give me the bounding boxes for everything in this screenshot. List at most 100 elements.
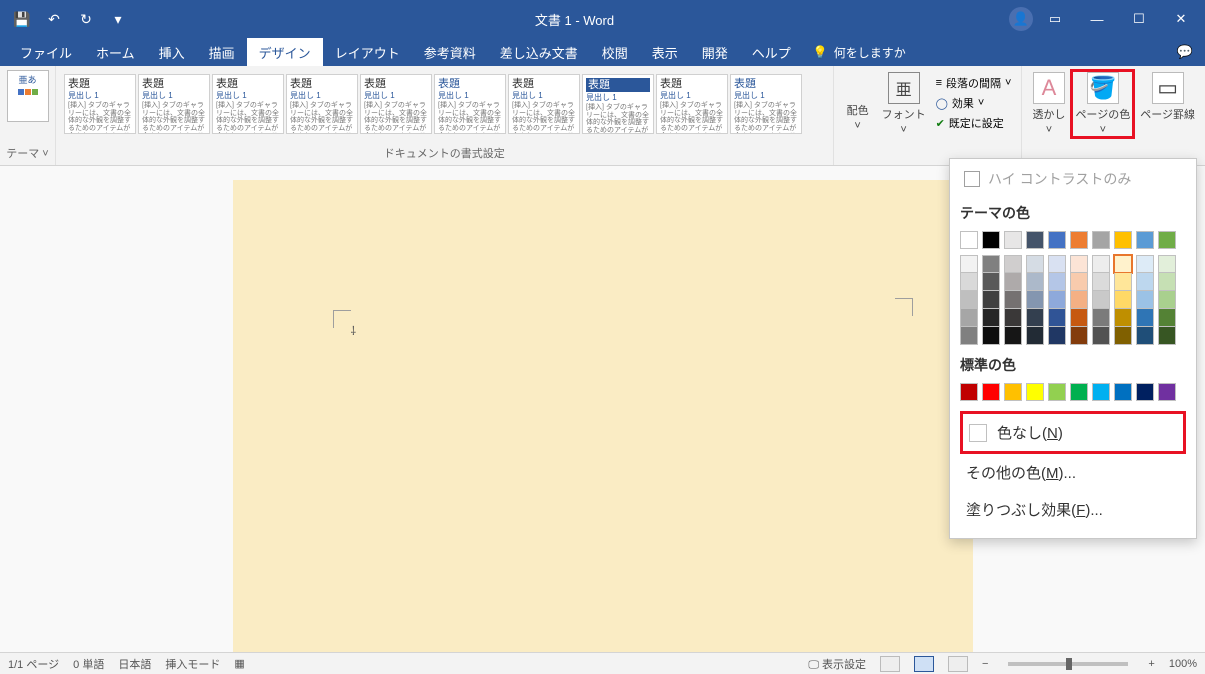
close-button[interactable]: ✕: [1161, 4, 1201, 34]
color-swatch[interactable]: [1070, 383, 1088, 401]
color-swatch[interactable]: [1136, 273, 1154, 291]
color-swatch[interactable]: [1114, 309, 1132, 327]
fonts-button[interactable]: 亜 フォント˅: [878, 70, 930, 138]
color-swatch[interactable]: [960, 231, 978, 249]
color-swatch[interactable]: [1004, 309, 1022, 327]
zoom-thumb[interactable]: [1066, 658, 1072, 670]
qat-more-button[interactable]: ▾: [104, 5, 132, 33]
color-swatch[interactable]: [1092, 255, 1110, 273]
tab-home[interactable]: ホーム: [84, 38, 147, 66]
color-swatch[interactable]: [1026, 255, 1044, 273]
web-layout-button[interactable]: [948, 656, 968, 672]
zoom-level[interactable]: 100%: [1169, 658, 1197, 670]
tab-developer[interactable]: 開発: [690, 38, 740, 66]
color-swatch[interactable]: [1070, 273, 1088, 291]
tell-me-search[interactable]: 💡 何をしますか: [803, 38, 916, 66]
account-avatar[interactable]: 👤: [1009, 7, 1033, 31]
tab-help[interactable]: ヘルプ: [740, 38, 803, 66]
share-icon[interactable]: 💬: [1177, 44, 1193, 60]
word-count[interactable]: 0 単語: [73, 656, 104, 672]
color-swatch[interactable]: [1158, 327, 1176, 345]
color-swatch[interactable]: [960, 255, 978, 273]
color-swatch[interactable]: [1158, 273, 1176, 291]
page-border-button[interactable]: ▭ ページ罫線: [1136, 70, 1199, 124]
print-layout-button[interactable]: [914, 656, 934, 672]
color-swatch[interactable]: [1092, 383, 1110, 401]
tab-draw[interactable]: 描画: [197, 38, 247, 66]
color-swatch[interactable]: [1136, 383, 1154, 401]
color-swatch[interactable]: [1026, 383, 1044, 401]
insert-mode[interactable]: 挿入モード: [165, 656, 220, 672]
color-swatch[interactable]: [1092, 273, 1110, 291]
color-swatch[interactable]: [1048, 273, 1066, 291]
color-swatch[interactable]: [1114, 327, 1132, 345]
fill-effects-item[interactable]: 塗りつぶし効果(F)...: [960, 491, 1186, 528]
colors-button[interactable]: 配色˅: [840, 70, 876, 134]
color-swatch[interactable]: [1026, 327, 1044, 345]
watermark-button[interactable]: A 透かし˅: [1028, 70, 1069, 138]
style-thumb[interactable]: 表題見出し 1[挿入] タブのギャラリーには、文書の全体的な外観を調整するための…: [138, 74, 210, 134]
color-swatch[interactable]: [1048, 255, 1066, 273]
color-swatch[interactable]: [1114, 273, 1132, 291]
more-colors-item[interactable]: その他の色(M)...: [960, 454, 1186, 491]
tab-design[interactable]: デザイン: [247, 38, 323, 66]
language[interactable]: 日本語: [118, 656, 151, 672]
color-swatch[interactable]: [1136, 231, 1154, 249]
redo-button[interactable]: ↻: [72, 5, 100, 33]
zoom-out-button[interactable]: −: [982, 658, 988, 670]
color-swatch[interactable]: [982, 327, 1000, 345]
color-swatch[interactable]: [1136, 255, 1154, 273]
color-swatch[interactable]: [1070, 255, 1088, 273]
style-thumb[interactable]: 表題見出し 1[挿入] タブのギャラリーには、文書の全体的な外観を調整するための…: [730, 74, 802, 134]
color-swatch[interactable]: [1070, 309, 1088, 327]
color-swatch[interactable]: [1158, 291, 1176, 309]
color-swatch[interactable]: [1070, 231, 1088, 249]
color-swatch[interactable]: [1004, 291, 1022, 309]
color-swatch[interactable]: [1070, 327, 1088, 345]
color-swatch[interactable]: [1136, 291, 1154, 309]
color-swatch[interactable]: [982, 273, 1000, 291]
color-swatch[interactable]: [1048, 231, 1066, 249]
tab-insert[interactable]: 挿入: [147, 38, 197, 66]
color-swatch[interactable]: [960, 383, 978, 401]
color-swatch[interactable]: [1004, 383, 1022, 401]
color-swatch[interactable]: [1048, 383, 1066, 401]
color-swatch[interactable]: [960, 291, 978, 309]
color-swatch[interactable]: [1092, 291, 1110, 309]
save-button[interactable]: 💾: [8, 5, 36, 33]
tab-view[interactable]: 表示: [640, 38, 690, 66]
undo-button[interactable]: ↶: [40, 5, 68, 33]
style-thumb[interactable]: 表題見出し 1[挿入] タブのギャラリーには、文書の全体的な外観を調整するための…: [212, 74, 284, 134]
tab-file[interactable]: ファイル: [8, 38, 84, 66]
color-swatch[interactable]: [982, 255, 1000, 273]
color-swatch[interactable]: [982, 231, 1000, 249]
color-swatch[interactable]: [1004, 231, 1022, 249]
color-swatch[interactable]: [1092, 327, 1110, 345]
color-swatch[interactable]: [1092, 231, 1110, 249]
color-swatch[interactable]: [960, 309, 978, 327]
tab-layout[interactable]: レイアウト: [323, 38, 412, 66]
color-swatch[interactable]: [1026, 291, 1044, 309]
read-mode-button[interactable]: [880, 656, 900, 672]
color-swatch[interactable]: [1158, 383, 1176, 401]
color-swatch[interactable]: [1158, 255, 1176, 273]
color-swatch[interactable]: [1158, 231, 1176, 249]
color-swatch[interactable]: [960, 273, 978, 291]
style-thumb[interactable]: 表題見出し 1[挿入] タブのギャラリーには、文書の全体的な外観を調整するための…: [64, 74, 136, 134]
style-set-gallery[interactable]: 表題見出し 1[挿入] タブのギャラリーには、文書の全体的な外観を調整するための…: [62, 70, 827, 134]
effects-button[interactable]: ◯効果 ˅: [934, 94, 1014, 112]
zoom-in-button[interactable]: +: [1148, 658, 1154, 670]
color-swatch[interactable]: [1026, 309, 1044, 327]
page[interactable]: ⸸: [233, 180, 973, 652]
color-swatch[interactable]: [1092, 309, 1110, 327]
color-swatch[interactable]: [960, 327, 978, 345]
color-swatch[interactable]: [982, 383, 1000, 401]
color-swatch[interactable]: [1158, 309, 1176, 327]
zoom-slider[interactable]: [1008, 662, 1128, 666]
color-swatch[interactable]: [1004, 255, 1022, 273]
style-thumb[interactable]: 表題見出し 1[挿入] タブのギャラリーには、文書の全体的な外観を調整するための…: [434, 74, 506, 134]
style-thumb[interactable]: 表題見出し 1[挿入] タブのギャラリーには、文書の全体的な外観を調整するための…: [286, 74, 358, 134]
color-swatch[interactable]: [1114, 291, 1132, 309]
page-count[interactable]: 1/1 ページ: [8, 656, 59, 672]
no-color-item[interactable]: 色なし(N): [960, 411, 1186, 454]
